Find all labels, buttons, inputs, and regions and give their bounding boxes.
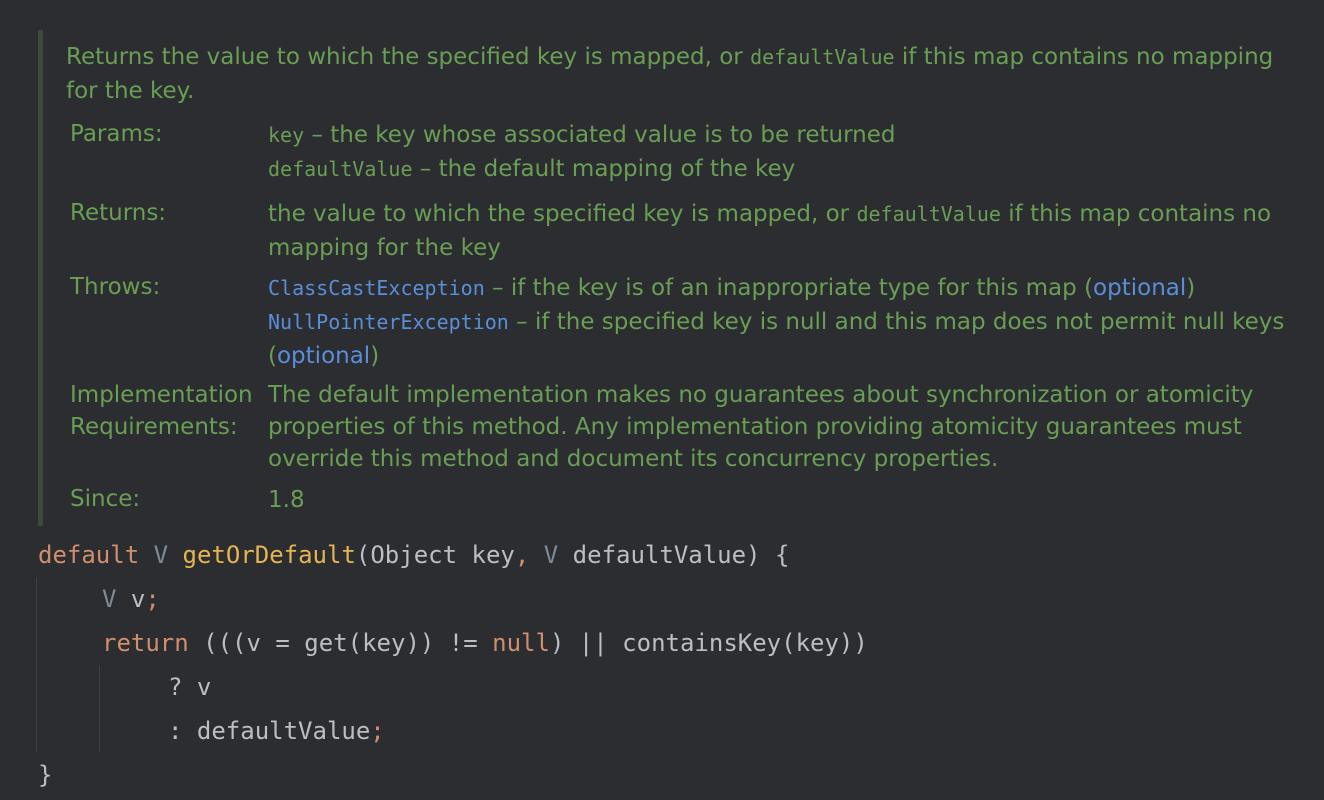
javadoc-popup: Returns the value to which the specified… — [38, 30, 1308, 526]
code-editor[interactable]: default V getOrDefault(Object key, V def… — [38, 533, 868, 789]
param-key: key – the key whose associated value is … — [268, 122, 896, 148]
impl-label: Implementation Requirements: — [70, 382, 253, 440]
code-line-3: return (((v = get(key)) != null) || cont… — [102, 629, 868, 657]
param-default-value: defaultValue – the default mapping of th… — [268, 156, 796, 182]
code-line-4: ? v — [168, 673, 212, 701]
method-name[interactable]: getOrDefault — [183, 541, 356, 569]
null-pointer-exception-link[interactable]: NullPointerException — [268, 310, 509, 334]
params-list: key – the key whose associated value is … — [268, 118, 1308, 186]
summary-code-default-value: defaultValue — [750, 45, 895, 69]
optional-link[interactable]: optional — [1093, 275, 1186, 301]
doc-summary: Returns the value to which the specified… — [66, 44, 1274, 104]
indent-guide — [36, 578, 37, 752]
code-line-5: : defaultValue; — [168, 717, 385, 745]
throws-label: Throws: — [70, 274, 161, 300]
throws-null-pointer: NullPointerException – if the specified … — [268, 309, 1285, 369]
code-line-6: } — [38, 761, 53, 789]
since-label: Since: — [70, 486, 141, 512]
code-line-1: default V getOrDefault(Object key, V def… — [38, 541, 790, 569]
throws-list: ClassCastException – if the key is of an… — [268, 271, 1308, 373]
throws-class-cast: ClassCastException – if the key is of an… — [268, 275, 1196, 301]
class-cast-exception-link[interactable]: ClassCastException — [268, 276, 485, 300]
code-line-2: V v; — [102, 585, 160, 613]
params-label: Params: — [70, 121, 163, 147]
returns-text: the value to which the specified key is … — [268, 201, 1272, 261]
returns-label: Returns: — [70, 200, 167, 226]
impl-text: The default implementation makes no guar… — [268, 382, 1254, 472]
indent-guide — [99, 666, 100, 752]
optional-link[interactable]: optional — [277, 343, 370, 369]
since-value: 1.8 — [268, 487, 305, 513]
